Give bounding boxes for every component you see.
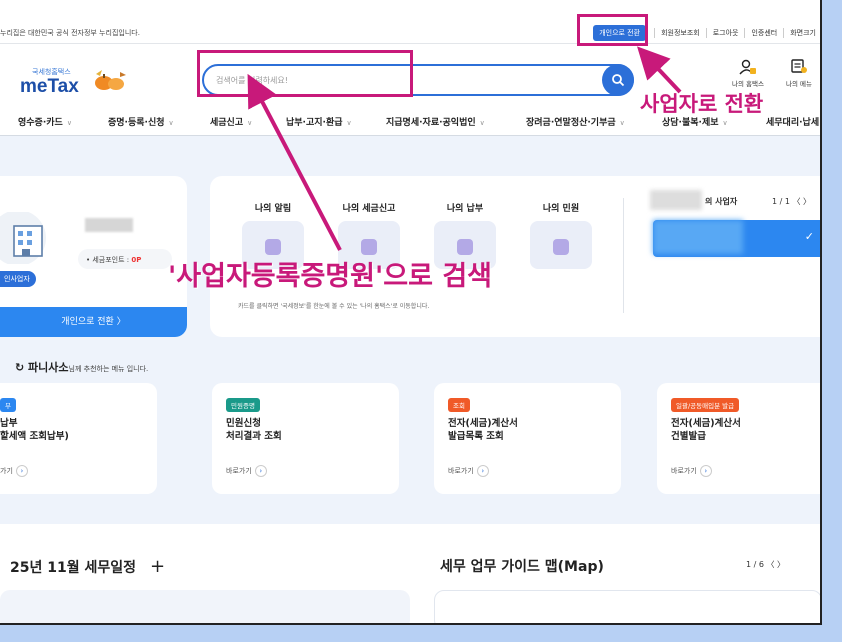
- logout-link[interactable]: 로그아웃: [705, 28, 745, 38]
- chevron-right-icon: ›: [254, 465, 267, 477]
- add-schedule-button[interactable]: +: [150, 556, 165, 577]
- recommend-item-name: 민원신청 처리결과 조회: [226, 418, 282, 442]
- nav-item-incentives[interactable]: 장려금·연말정산·기부금 ∨: [526, 115, 625, 128]
- go-link[interactable]: 가기 ›: [0, 465, 28, 477]
- guide-box: [434, 590, 820, 623]
- tab-my-payment[interactable]: 나의 납부: [430, 201, 500, 214]
- recommend-item-name: 전자(세금)계산서 건별발급: [671, 418, 741, 442]
- recommend-card-payment[interactable]: 부 납부 할세액 조회납부) 가기 ›: [0, 383, 157, 494]
- guide-pager[interactable]: 1 / 6 〈 〉: [746, 559, 785, 570]
- recommend-card-civil[interactable]: 민원증명 민원신청 처리결과 조회 바로가기 ›: [212, 383, 399, 494]
- recommend-item-name: 전자(세금)계산서 발급목록 조회: [448, 418, 518, 442]
- category-badge: 일괄/공동매입분 발급: [671, 398, 740, 412]
- tab-my-alerts[interactable]: 나의 알림: [238, 201, 308, 214]
- member-info-link[interactable]: 회원정보조회: [654, 28, 706, 38]
- divider: [623, 198, 624, 313]
- my-menu-label: 나의 메뉴: [786, 80, 812, 88]
- screen-size-link[interactable]: 화면크기: [783, 28, 820, 38]
- category-badge: 부: [0, 398, 16, 412]
- lock-icon: [457, 239, 473, 255]
- nav-item-statements[interactable]: 지급명세·자료·공익법인 ∨: [386, 115, 485, 128]
- tax-points-value: 0P: [131, 256, 142, 264]
- lock-icon: [361, 239, 377, 255]
- panel-hint: 카드를 클릭하면 '국세정보'를 한눈에 볼 수 있는 '나의 홈택스'로 이동…: [238, 303, 430, 310]
- annotation-search-box: [197, 50, 413, 97]
- lock-icon: [553, 239, 569, 255]
- tax-points[interactable]: • 세금포인트 : 0P: [78, 249, 172, 269]
- tab-my-tax-filing[interactable]: 나의 세금신고: [334, 201, 404, 214]
- go-link[interactable]: 바로가기 ›: [448, 465, 489, 477]
- building-icon: [0, 212, 46, 264]
- go-link[interactable]: 바로가기 ›: [226, 465, 267, 477]
- nav-item-certificate[interactable]: 증명·등록·신청 ∨: [108, 115, 174, 128]
- redacted-business-name: [650, 190, 702, 210]
- recommend-title: ↻ 파니사소님께 추천하는 메뉴 입니다.: [15, 361, 149, 374]
- chevron-right-icon: ›: [15, 465, 28, 477]
- nav-item-payment[interactable]: 납부·고지·환급 ∨: [286, 115, 352, 128]
- menu-list-icon: [791, 59, 807, 73]
- hometax-window: 누리집은 대한민국 공식 전자정부 누리집입니다. 개인으로 전환 회원정보조회…: [0, 0, 822, 625]
- search-icon: [612, 74, 625, 87]
- schedule-box: [0, 590, 410, 623]
- my-menu-button[interactable]: 나의 메뉴: [776, 58, 820, 88]
- tab-my-civil[interactable]: 나의 민원: [526, 201, 596, 214]
- recommend-item-name: 납부 할세액 조회납부): [0, 418, 69, 442]
- business-type-badge: 인사업자: [0, 271, 36, 287]
- pumpkin-decoration-icon: [95, 70, 126, 90]
- go-link[interactable]: 바로가기 ›: [671, 465, 712, 477]
- chevron-right-icon: ›: [699, 465, 712, 477]
- nav-item-tax-filing[interactable]: 세금신고 ∨: [210, 115, 252, 128]
- person-icon: [739, 59, 756, 75]
- civil-card[interactable]: [530, 221, 592, 269]
- business-pager[interactable]: 1 / 1 〈 〉: [772, 196, 811, 207]
- hometax-logo[interactable]: meTax: [20, 76, 79, 98]
- utility-bar: 누리집은 대한민국 공식 전자정부 누리집입니다. 개인으로 전환 회원정보조회…: [0, 0, 820, 44]
- schedule-title: 25년 11월 세무일정 +: [10, 556, 166, 577]
- annotation-search-text: '사업자등록증명원'으로 검색: [168, 261, 493, 292]
- annotation-switch-box: [577, 14, 648, 46]
- business-list-title: 의 사업자: [705, 197, 738, 206]
- lock-icon: [265, 239, 281, 255]
- redacted-business-detail: [653, 220, 743, 254]
- guide-map-title: 세무 업무 가이드 맵(Map): [440, 559, 604, 575]
- annotation-switch-text: 사업자로 전환: [640, 92, 764, 116]
- category-badge: 조회: [448, 398, 470, 412]
- auth-center-link[interactable]: 인증센터: [744, 28, 783, 38]
- search-button[interactable]: [602, 64, 634, 96]
- chevron-right-icon: ›: [476, 465, 489, 477]
- switch-personal-button[interactable]: 개인으로 전환 〉: [0, 307, 187, 337]
- bottom-section: 25년 11월 세무일정 + 세무 업무 가이드 맵(Map) 1 / 6 〈 〉: [0, 524, 820, 623]
- nav-item-agent[interactable]: 세무대리·납세: [766, 115, 819, 128]
- profile-card: 인사업자 • 세금포인트 : 0P 개인으로 전환 〉: [0, 176, 187, 337]
- redacted-user-name: [85, 218, 133, 232]
- check-icon: ✓: [804, 230, 814, 243]
- recommend-card-invoice-issue[interactable]: 일괄/공동매입분 발급 전자(세금)계산서 건별발급 바로가기 ›: [657, 383, 820, 494]
- category-badge: 민원증명: [226, 398, 260, 412]
- nav-item-receipt[interactable]: 영수증·카드 ∨: [18, 115, 72, 128]
- gov-notice: 누리집은 대한민국 공식 전자정부 누리집입니다.: [0, 29, 140, 37]
- recommend-card-invoice-list[interactable]: 조회 전자(세금)계산서 발급목록 조회 바로가기 ›: [434, 383, 621, 494]
- my-hometax-button[interactable]: 나의 홈택스: [725, 58, 771, 88]
- my-hometax-label: 나의 홈택스: [732, 80, 764, 88]
